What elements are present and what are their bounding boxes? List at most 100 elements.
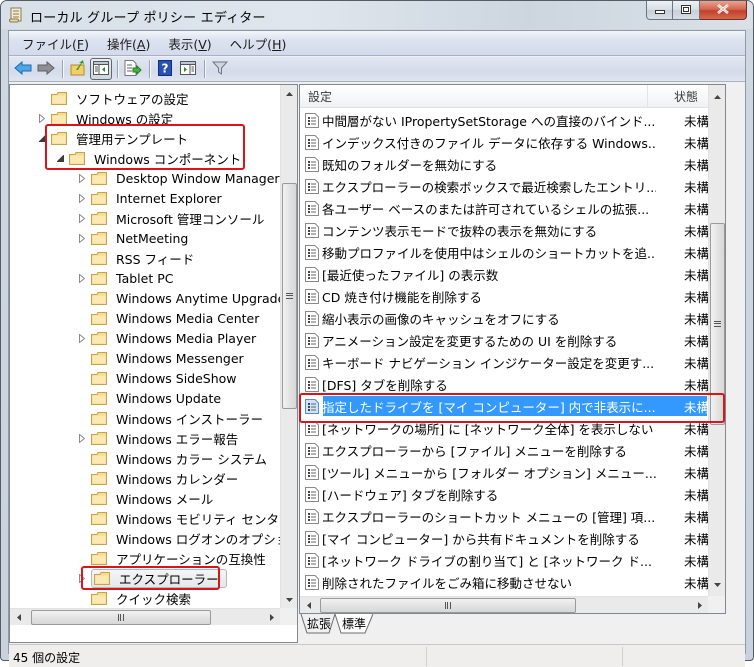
expand-arrow-icon[interactable] bbox=[76, 272, 88, 284]
tree-item[interactable]: Windows の設定 bbox=[36, 108, 176, 128]
tree-item[interactable]: Windows コンポーネント bbox=[54, 148, 244, 168]
tree-item[interactable]: 管理用テンプレート bbox=[36, 128, 191, 148]
tree-item[interactable]: Tablet PC bbox=[76, 268, 176, 288]
setting-row[interactable]: エクスプローラーから [ファイル] メニューを削除する 未構成 bbox=[300, 439, 708, 461]
expand-arrow-icon[interactable] bbox=[76, 172, 88, 184]
tree-item[interactable]: Internet Explorer bbox=[76, 188, 225, 208]
tree-item-content[interactable]: Windows インストーラー bbox=[91, 408, 266, 429]
tree-item-content[interactable]: Windows Media Center bbox=[91, 310, 262, 327]
show-hide-tree-button[interactable] bbox=[90, 58, 112, 80]
tree-item[interactable]: Microsoft 管理コンソール bbox=[76, 208, 267, 228]
expand-arrow-icon[interactable] bbox=[36, 112, 48, 124]
column-header-setting[interactable]: 設定 bbox=[300, 85, 648, 108]
scroll-up-arrow-icon[interactable] bbox=[709, 88, 726, 105]
export-list-button[interactable] bbox=[122, 58, 144, 80]
expand-arrow-icon[interactable] bbox=[76, 332, 88, 344]
tree-item-content[interactable]: Windows Anytime Upgrade bbox=[91, 290, 280, 307]
tree-item-content[interactable]: Windows ログオンのオプション bbox=[91, 528, 280, 549]
filter-button[interactable] bbox=[209, 58, 231, 80]
tree-item-content[interactable]: Windows モビリティ センター bbox=[91, 508, 280, 529]
setting-row[interactable]: エクスプローラーのショートカット メニューの [管理] 項... 未構成 bbox=[300, 505, 708, 527]
setting-row[interactable]: 各ユーザー ベースのまたは許可されているシェルの拡張... 未構成 bbox=[300, 197, 708, 219]
tree-item[interactable]: Windows ログオンのオプション bbox=[76, 528, 280, 548]
setting-row[interactable]: 既知のフォルダーを無効にする 未構成 bbox=[300, 153, 708, 175]
tree-item[interactable]: Windows モビリティ センター bbox=[76, 508, 280, 528]
tree-item[interactable]: Windows エラー報告 bbox=[76, 428, 241, 448]
tree-item[interactable]: エクスプローラー bbox=[76, 568, 227, 588]
setting-row[interactable]: 削除されたファイルをごみ箱に移動させない 未構成 bbox=[300, 571, 708, 593]
setting-row[interactable]: エクスプローラーの検索ボックスで最近検索したエントリ... 未構成 bbox=[300, 175, 708, 197]
tree-item-content[interactable]: Windows カラー システム bbox=[91, 448, 270, 469]
setting-row[interactable]: 移動プロファイルを使用中はシェルのショートカットを追... 未構成 bbox=[300, 241, 708, 263]
tree-horizontal-scroll-thumb[interactable] bbox=[31, 610, 211, 625]
menu-file[interactable]: ファイル(F) bbox=[15, 31, 96, 56]
setting-row[interactable]: 中間層がない IPropertySetStorage への直接のバインド... 未… bbox=[300, 109, 708, 131]
tree-item[interactable]: アプリケーションの互換性 bbox=[76, 548, 269, 568]
tree-pane[interactable]: ソフトウェアの設定 Windows の設定 管理用テンプレート Windows コンポ… bbox=[9, 84, 298, 643]
setting-row[interactable]: [ツール] メニューから [フォルダー オプション] メニュー... 未構成 bbox=[300, 461, 708, 483]
tree-item-content[interactable]: Windows SideShow bbox=[91, 370, 240, 387]
tab-extended[interactable]: 拡張 bbox=[307, 614, 331, 633]
tree-horizontal-scrollbar[interactable] bbox=[10, 608, 280, 625]
list-horizontal-scroll-thumb[interactable] bbox=[320, 598, 576, 613]
menu-action[interactable]: 操作(A) bbox=[100, 31, 157, 56]
setting-row[interactable]: [最近使ったファイル] の表示数 未構成 bbox=[300, 263, 708, 285]
expand-arrow-icon[interactable] bbox=[76, 432, 88, 444]
maximize-button[interactable] bbox=[673, 1, 700, 20]
tree-item[interactable]: ソフトウェアの設定 bbox=[36, 88, 192, 108]
setting-row[interactable]: [ネットワークの場所] に [ネットワーク全体] を表示しない 未構成 bbox=[300, 417, 708, 439]
setting-row[interactable]: アニメーション設定を変更するための UI を削除する 未構成 bbox=[300, 329, 708, 351]
tree-item-content[interactable]: Windows エラー報告 bbox=[91, 428, 241, 449]
tree-item[interactable]: Windows Anytime Upgrade bbox=[76, 288, 280, 308]
scroll-left-arrow-icon[interactable] bbox=[300, 597, 317, 614]
tree-item[interactable]: Windows Media Center bbox=[76, 308, 262, 328]
tree-vertical-scroll-thumb[interactable] bbox=[282, 183, 297, 409]
tree-vertical-scrollbar[interactable] bbox=[280, 85, 297, 608]
tree-item[interactable]: Windows SideShow bbox=[76, 368, 240, 388]
show-action-pane-button[interactable] bbox=[177, 58, 199, 80]
menu-help[interactable]: ヘルプ(H) bbox=[223, 31, 294, 56]
column-header-state[interactable]: 状態 bbox=[649, 85, 708, 108]
tree-item[interactable]: NetMeeting bbox=[76, 228, 191, 248]
collapse-arrow-icon[interactable] bbox=[36, 132, 48, 144]
tree-item-content[interactable]: 管理用テンプレート bbox=[51, 128, 191, 149]
scroll-right-arrow-icon[interactable] bbox=[691, 597, 708, 614]
list-vertical-scrollbar[interactable] bbox=[708, 85, 725, 596]
setting-row[interactable]: 指定したドライブを [マイ コンピューター] 内で非表示に... 未構成 bbox=[300, 395, 708, 417]
tree-item-content[interactable]: Desktop Window Manager bbox=[91, 170, 280, 187]
close-button[interactable] bbox=[700, 1, 747, 20]
tree-item[interactable]: クイック検索 bbox=[76, 588, 194, 608]
tree-item[interactable]: RSS フィード bbox=[76, 248, 197, 268]
scroll-left-arrow-icon[interactable] bbox=[10, 609, 27, 626]
tree-item-content[interactable]: Internet Explorer bbox=[91, 190, 225, 207]
tree-item-content[interactable]: Windows Media Player bbox=[91, 330, 259, 347]
collapse-arrow-icon[interactable] bbox=[54, 152, 66, 164]
setting-row[interactable]: 縮小表示の画像のキャッシュをオフにする 未構成 bbox=[300, 307, 708, 329]
expand-arrow-icon[interactable] bbox=[76, 212, 88, 224]
setting-row[interactable]: [マイ コンピューター] から共有ドキュメントを削除する 未構成 bbox=[300, 527, 708, 549]
scroll-up-arrow-icon[interactable] bbox=[281, 85, 298, 102]
scroll-right-arrow-icon[interactable] bbox=[263, 609, 280, 626]
tree-item-content[interactable]: Windows Update bbox=[91, 390, 224, 407]
setting-row[interactable]: キーボード ナビゲーション インジケーター設定を変更す... 未構成 bbox=[300, 351, 708, 373]
tree-item[interactable]: Windows Messenger bbox=[76, 348, 247, 368]
tree-item[interactable]: Windows メール bbox=[76, 488, 216, 508]
tree-view[interactable]: ソフトウェアの設定 Windows の設定 管理用テンプレート Windows コンポ… bbox=[10, 85, 280, 608]
tree-item-content[interactable]: Windows の設定 bbox=[51, 108, 176, 129]
tree-item-content[interactable]: Windows カレンダー bbox=[91, 468, 241, 489]
expand-arrow-icon[interactable] bbox=[76, 192, 88, 204]
help-button[interactable]: ? bbox=[154, 58, 176, 80]
setting-row[interactable]: [DFS] タブを削除する 未構成 bbox=[300, 373, 708, 395]
expand-arrow-icon[interactable] bbox=[76, 232, 88, 244]
minimize-button[interactable] bbox=[646, 1, 673, 20]
tree-item-content[interactable]: Microsoft 管理コンソール bbox=[91, 208, 267, 229]
tree-item-content[interactable]: エクスプローラー bbox=[91, 568, 227, 588]
setting-row[interactable]: CD 焼き付け機能を削除する 未構成 bbox=[300, 285, 708, 307]
tree-item-content[interactable]: Windows コンポーネント bbox=[69, 148, 244, 169]
tree-item-content[interactable]: ソフトウェアの設定 bbox=[51, 88, 192, 109]
scroll-down-arrow-icon[interactable] bbox=[281, 591, 298, 608]
tree-item[interactable]: Windows カラー システム bbox=[76, 448, 270, 468]
list-horizontal-scrollbar[interactable] bbox=[300, 596, 708, 613]
tree-item-content[interactable]: Windows Messenger bbox=[91, 350, 247, 367]
tab-standard[interactable]: 標準 bbox=[341, 614, 367, 633]
